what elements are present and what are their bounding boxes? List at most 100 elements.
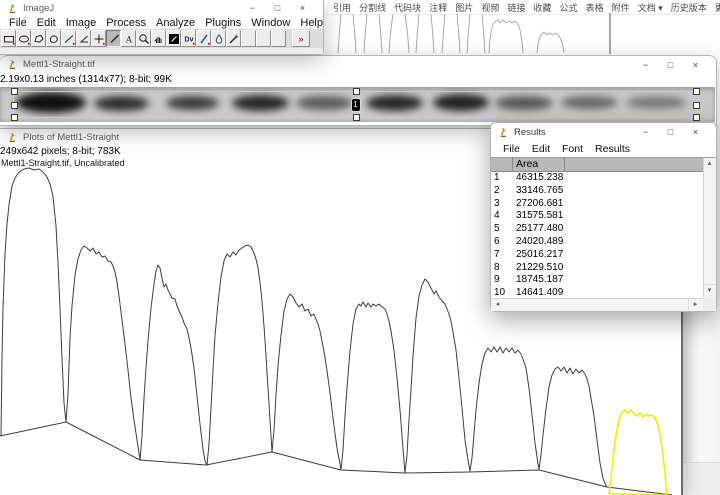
empty — [241, 30, 256, 47]
freehand-tool[interactable] — [46, 30, 61, 47]
svg-text:A: A — [125, 34, 132, 44]
selection-handle[interactable] — [352, 114, 360, 121]
lane-selection[interactable]: 1 — [11, 88, 700, 121]
results-horizontal-scrollbar[interactable]: ◂ ▸ — [491, 298, 703, 311]
area-value: 46315.238 — [516, 172, 564, 183]
scroll-down-icon[interactable]: ▾ — [703, 284, 716, 297]
polygon-tool[interactable] — [31, 30, 46, 47]
hand-tool[interactable] — [151, 30, 166, 47]
column-header[interactable] — [565, 158, 703, 171]
maximize-button[interactable]: □ — [265, 0, 290, 16]
minimize-button[interactable]: − — [240, 0, 265, 16]
wand-tool[interactable] — [106, 30, 121, 47]
table-row[interactable]: 5 25177.480 — [491, 223, 703, 236]
menu-plugins[interactable]: Plugins — [200, 17, 246, 29]
area-value: 27206.681 — [516, 197, 564, 209]
menu-file[interactable]: File — [4, 17, 32, 29]
table-row[interactable]: 1 46315.238 — [491, 172, 703, 185]
selection-handle[interactable] — [693, 101, 700, 109]
area-value: 18745.187 — [516, 274, 564, 286]
results-header: Area — [491, 158, 703, 172]
column-header[interactable] — [491, 158, 513, 171]
scroll-left-icon[interactable]: ◂ — [491, 299, 504, 311]
row-index: 1 — [494, 172, 500, 183]
point-tool[interactable] — [91, 30, 106, 47]
menu-analyze[interactable]: Analyze — [151, 17, 200, 29]
screen: 引用 分割线 代码块 注释 图片 视频 链接 收藏 公式 表格 附件 文档 ▾ 历史版本更 Plots … — [0, 0, 720, 495]
results-titlebar[interactable]: Results − □ × — [491, 123, 716, 141]
brush-tool[interactable] — [196, 30, 211, 47]
blot-image[interactable]: 1 — [0, 87, 715, 122]
scrollbar-corner — [703, 298, 716, 311]
zoom-tool[interactable] — [136, 30, 151, 47]
row-index: 4 — [494, 210, 500, 222]
imagej-icon — [8, 132, 18, 143]
menu-image[interactable]: Image — [61, 17, 102, 29]
selection-handle[interactable] — [693, 114, 700, 121]
text-tool[interactable]: A — [121, 30, 136, 47]
close-button[interactable]: × — [290, 0, 315, 16]
column-header-area[interactable]: Area — [513, 158, 565, 171]
imagej-titlebar[interactable]: ImageJ − □ × — [0, 0, 323, 16]
menu-edit[interactable]: Edit — [526, 143, 556, 155]
minimize-button[interactable]: − — [633, 57, 658, 73]
flood-fill-tool[interactable] — [211, 30, 226, 47]
results-window-controls: − □ × — [633, 124, 708, 140]
line-tool[interactable] — [61, 30, 76, 47]
maximize-button[interactable]: □ — [658, 57, 683, 73]
table-row[interactable]: 2 33146.765 — [491, 185, 703, 198]
row-index: 6 — [494, 235, 500, 247]
table-row[interactable]: 6 24020.489 — [491, 236, 703, 249]
series-baseline — [0, 421, 673, 495]
menu-edit[interactable]: Edit — [32, 17, 61, 29]
selection-handle[interactable] — [693, 88, 700, 95]
row-index: 3 — [494, 197, 500, 209]
scroll-right-icon[interactable]: ▸ — [688, 299, 702, 311]
blot-titlebar[interactable]: Mettl1-Straight.tif − □ × — [0, 56, 716, 73]
table-row[interactable]: 10 14641.409 — [491, 287, 703, 298]
results-window: Results − □ × File Edit Font Results Area 1 46… — [490, 122, 717, 312]
blot-image-window: Mettl1-Straight.tif − □ × 2.19x0.13 inches… — [0, 55, 717, 126]
area-value: 21229.510 — [516, 261, 564, 273]
table-row[interactable]: 4 31575.581 — [491, 210, 703, 223]
angle-tool[interactable] — [76, 30, 91, 47]
dropper-tool[interactable] — [226, 30, 241, 47]
dev-menu-tool[interactable]: Dv — [181, 30, 196, 47]
menu-font[interactable]: Font — [556, 143, 589, 155]
imagej-statusbar — [0, 48, 323, 54]
selection-handle[interactable] — [11, 114, 18, 121]
minimize-button[interactable]: − — [633, 124, 658, 140]
table-row[interactable]: 7 25016.217 — [491, 249, 703, 262]
more-tools[interactable]: » — [292, 30, 310, 47]
imagej-window-title: ImageJ — [23, 2, 55, 14]
rectangle-tool[interactable] — [1, 30, 16, 47]
lane-number-badge: 1 — [351, 98, 360, 111]
menu-help[interactable]: Help — [295, 17, 328, 29]
results-vertical-scrollbar[interactable]: ▴ ▾ — [703, 158, 716, 298]
blot-window-title: Mettl1-Straight.tif — [23, 59, 95, 70]
menu-window[interactable]: Window — [246, 17, 295, 29]
imagej-icon — [8, 59, 18, 70]
blot-window-controls: − □ × — [633, 57, 708, 73]
scroll-up-icon[interactable]: ▴ — [703, 158, 716, 170]
table-row[interactable]: 3 27206.681 — [491, 198, 703, 211]
close-button[interactable]: × — [683, 57, 708, 73]
selection-handle[interactable] — [352, 88, 360, 95]
row-index: 7 — [494, 248, 500, 260]
empty — [271, 30, 286, 47]
row-index: 10 — [494, 287, 506, 298]
close-button[interactable]: × — [683, 124, 708, 140]
area-value: 25016.217 — [516, 248, 564, 260]
color-picker-tool[interactable] — [166, 30, 181, 47]
menu-file[interactable]: File — [497, 143, 526, 155]
selection-handle[interactable] — [11, 88, 18, 95]
menu-results[interactable]: Results — [589, 143, 636, 155]
row-index: 2 — [494, 184, 500, 196]
menu-process[interactable]: Process — [101, 17, 151, 29]
selection-handle[interactable] — [11, 101, 18, 109]
table-row[interactable]: 9 18745.187 — [491, 274, 703, 287]
oval-tool[interactable] — [16, 30, 31, 47]
maximize-button[interactable]: □ — [658, 124, 683, 140]
svg-text:Dv: Dv — [184, 36, 193, 43]
table-row[interactable]: 8 21229.510 — [491, 262, 703, 275]
